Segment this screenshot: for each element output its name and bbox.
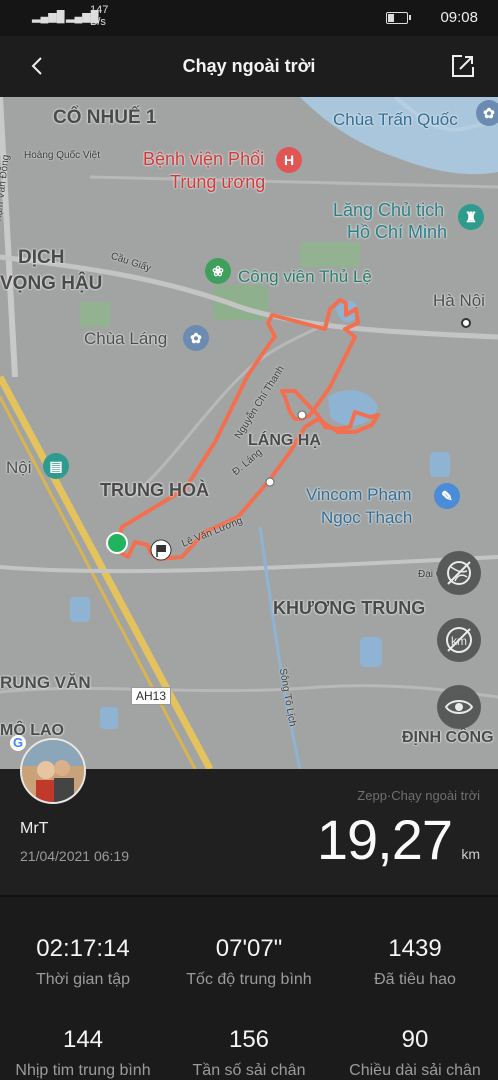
- label-lang-line1: Lăng Chủ tịch: [333, 200, 445, 220]
- label-vincom-line2: Ngọc Thạch: [321, 508, 413, 527]
- capital-marker: [461, 318, 471, 328]
- label-trung-hoa: TRUNG HOÀ: [100, 480, 209, 500]
- label-hospital-line2: Trung ương: [170, 172, 266, 192]
- park-pin-icon: ❀: [205, 258, 231, 284]
- label-trung-van: RUNG VĂN: [0, 673, 91, 692]
- pagoda-pin-icon: ✿: [476, 100, 498, 126]
- stat-label: Tốc độ trung bình: [186, 971, 312, 988]
- stat-label: Chiều dài sải chân: [349, 1062, 481, 1079]
- app-bar: Chạy ngoài trời: [0, 36, 498, 97]
- hospital-pin-icon: H: [276, 147, 302, 173]
- label-chua-lang: Chùa Láng: [84, 329, 168, 348]
- label-noi: Nội: [6, 458, 32, 477]
- page-title: Chạy ngoài trời: [182, 56, 316, 76]
- label-hospital-line1: Bệnh viện Phổi: [143, 149, 265, 169]
- start-marker: [106, 532, 128, 554]
- pagoda-pin-icon-2: ✿: [183, 325, 209, 351]
- eye-icon: [444, 700, 474, 714]
- workout-source: Zepp·Chạy ngoài trời: [357, 788, 480, 803]
- km-off-icon: km: [446, 627, 472, 653]
- waypoint-2: [265, 477, 275, 487]
- stat-value: 1439: [388, 935, 442, 962]
- route-map[interactable]: CỔ NHUẾ 1 Chùa Trấn Quốc ✿ Phạm Văn Đồng…: [0, 97, 498, 769]
- google-logo-icon: G: [10, 735, 26, 751]
- username: MrT: [20, 820, 49, 837]
- status-bar: ▂▄▆█ ▂▄▆█ 147 B/s 09:08: [0, 0, 498, 36]
- visibility-toggle-button[interactable]: [437, 685, 481, 729]
- highway-shield-ah13: AH13: [131, 687, 172, 705]
- satellite-toggle-button[interactable]: [437, 551, 481, 595]
- satellite-off-icon: [447, 561, 471, 585]
- stat-avg-pace: 07'07" Tốc độ trung bình: [166, 935, 332, 989]
- label-lang-ha: LÁNG HẠ: [248, 432, 321, 449]
- user-photo: [22, 740, 84, 802]
- shopping-pin-icon: ✎: [434, 483, 460, 509]
- stat-value: 02:17:14: [36, 935, 130, 962]
- signal-icon-1: ▂▄▆█: [32, 11, 65, 23]
- status-time: 09:08: [440, 9, 478, 26]
- battery-icon: [386, 12, 411, 24]
- stat-value: 90: [401, 1026, 429, 1053]
- km-markers-toggle-button[interactable]: km: [437, 618, 481, 662]
- stat-value: 156: [228, 1026, 270, 1053]
- label-dinh-cong: ĐỊNH CÔNG: [402, 729, 494, 746]
- label-khuong-trung: KHƯƠNG TRUNG: [273, 598, 426, 618]
- stat-value: 07'07": [215, 935, 283, 962]
- stats-grid: 02:17:14 Thời gian tập 07'07" Tốc độ tru…: [0, 897, 498, 1080]
- workout-datetime: 21/04/2021 06:19: [20, 848, 129, 864]
- network-speed: 147 B/s: [90, 4, 109, 28]
- label-dich-line2: VỌNG HẬU: [0, 273, 103, 294]
- stat-duration: 02:17:14 Thời gian tập: [0, 935, 166, 989]
- stat-label: Tần số sải chân: [192, 1062, 306, 1079]
- stat-cadence: 156 Tần số sải chân: [166, 1026, 332, 1080]
- label-ha-noi: Hà Nội: [433, 291, 485, 310]
- waypoint-1: [297, 410, 307, 420]
- label-cong-vien: Công viên Thủ Lệ: [238, 267, 372, 286]
- label-vincom-line1: Vincom Phạm: [306, 485, 412, 504]
- stat-stride-length: 90 Chiều dài sải chân: [332, 1026, 498, 1080]
- label-hoang-quoc-viet: Hoàng Quốc Việt: [24, 150, 100, 161]
- share-icon[interactable]: [450, 53, 476, 79]
- stat-calories: 1439 Đã tiêu hao: [332, 935, 498, 989]
- museum-pin-icon: ▤: [43, 453, 69, 479]
- avatar[interactable]: [20, 738, 86, 804]
- stat-label: Đã tiêu hao: [374, 971, 456, 988]
- distance-value: 19,27: [316, 808, 453, 871]
- stat-label: Thời gian tập: [35, 971, 131, 988]
- distance-unit: km: [461, 846, 480, 862]
- label-dich-line1: DỊCH: [18, 247, 65, 268]
- stat-label: Nhịp tim trung bình: [15, 1062, 151, 1079]
- monument-pin-icon: ♜: [458, 204, 484, 230]
- label-co-nhue: CỔ NHUẾ 1: [53, 107, 157, 128]
- stat-avg-heart-rate: 144 Nhịp tim trung bình: [0, 1026, 166, 1080]
- label-chua-tran-quoc: Chùa Trấn Quốc: [333, 110, 458, 129]
- stat-value: 144: [62, 1026, 104, 1053]
- label-lang-line2: Hồ Chí Minh: [347, 222, 448, 242]
